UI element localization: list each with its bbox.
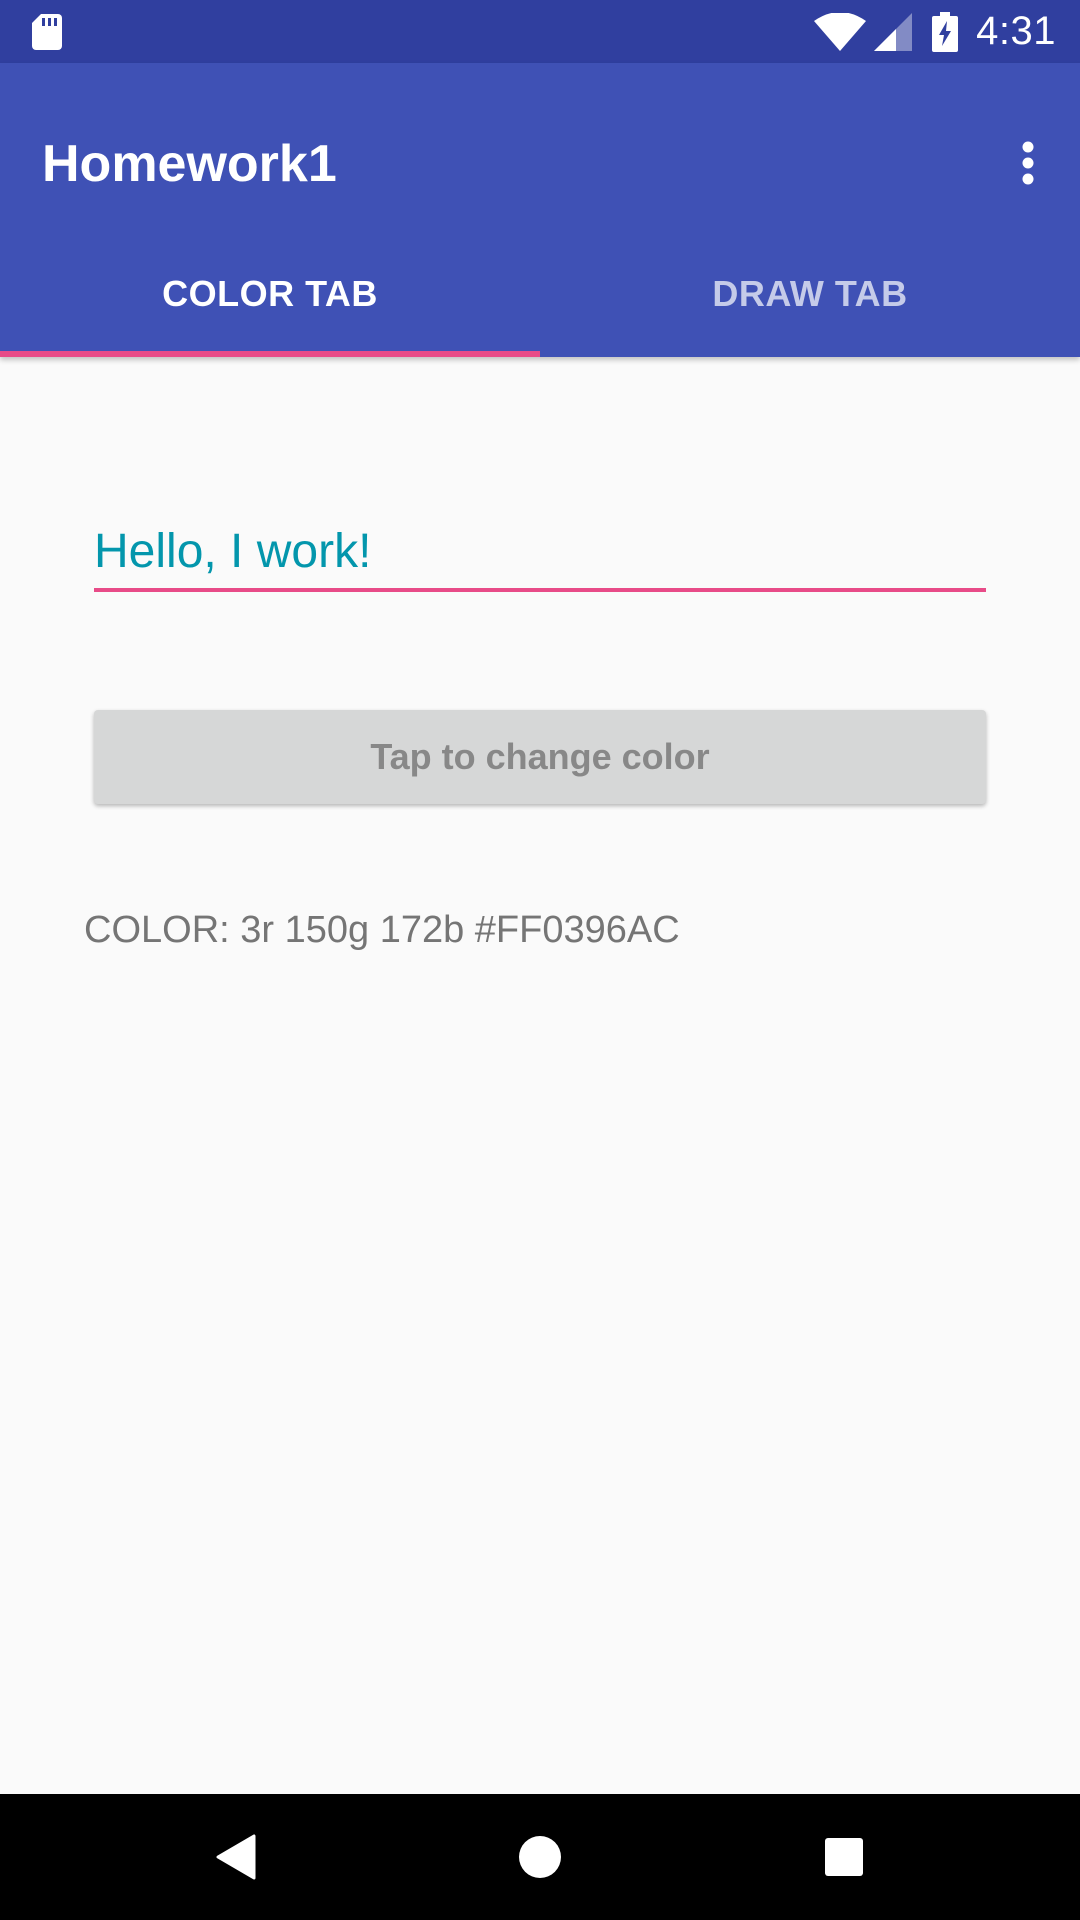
text-field-value: Hello, I work!: [94, 525, 372, 578]
signal-icon: [874, 12, 913, 51]
text-field[interactable]: Hello, I work!: [94, 520, 986, 592]
app-bar: Homework1 COLOR TAB DRAW TAB: [0, 63, 1080, 357]
sd-card-icon: [32, 14, 62, 50]
home-button[interactable]: [502, 1819, 578, 1895]
text-field-underline: [94, 588, 986, 592]
color-readout: COLOR: 3r 150g 172b #FF0396AC: [84, 909, 680, 951]
screen: 4:31 Homework1 COLOR TAB DRAW TAB Hello,…: [0, 0, 1080, 1920]
tab-indicator: [0, 351, 540, 357]
status-bar: 4:31: [0, 0, 1080, 63]
status-icons: 4:31: [814, 0, 1056, 63]
navigation-bar: [0, 1794, 1080, 1920]
change-color-button[interactable]: Tap to change color: [94, 710, 986, 804]
tab-color-label: COLOR TAB: [162, 273, 378, 314]
wifi-icon: [814, 12, 867, 51]
more-vert-icon: [1022, 141, 1034, 185]
recents-button[interactable]: [806, 1819, 882, 1895]
overflow-menu-button[interactable]: [992, 127, 1064, 199]
app-title: Homework1: [42, 135, 337, 193]
home-icon: [519, 1836, 561, 1878]
back-button[interactable]: [198, 1819, 274, 1895]
tab-draw-label: DRAW TAB: [712, 273, 908, 314]
tab-color[interactable]: COLOR TAB: [0, 231, 540, 357]
clock: 4:31: [976, 9, 1056, 53]
tab-draw[interactable]: DRAW TAB: [540, 231, 1080, 357]
recents-icon: [825, 1838, 863, 1876]
tab-bar: COLOR TAB DRAW TAB: [0, 231, 1080, 357]
battery-charging-icon: [932, 11, 959, 52]
back-icon: [216, 1834, 256, 1880]
